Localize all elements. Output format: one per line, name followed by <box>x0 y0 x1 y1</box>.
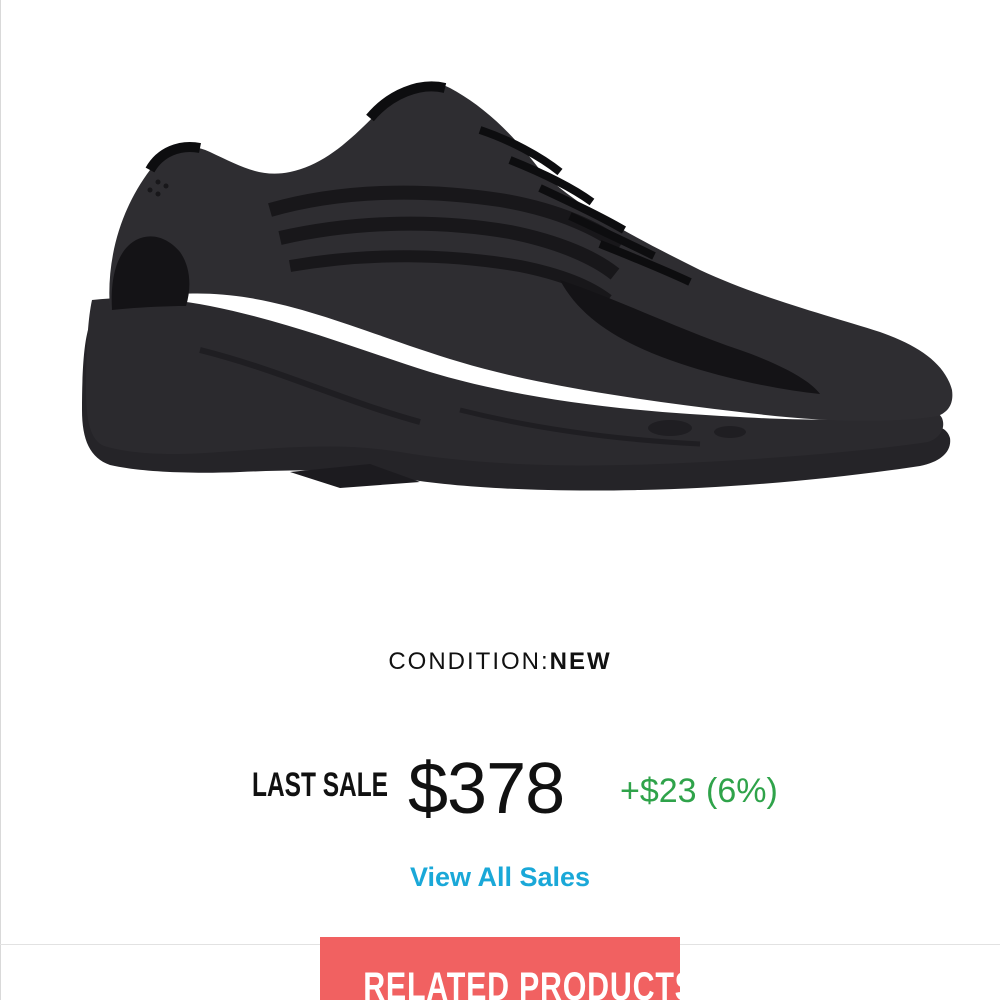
related-products-label: RELATED PRODUCTS <box>363 965 680 1000</box>
view-all-sales-link[interactable]: View All Sales <box>0 862 1000 893</box>
last-sale-price: $378 <box>408 749 565 829</box>
left-frame-line <box>0 0 1 1000</box>
price-change: +$23 (6%) <box>620 772 778 810</box>
product-image <box>82 81 953 491</box>
condition-label: CONDITION: <box>388 648 550 675</box>
condition-line: CONDITION:NEW <box>0 648 1000 676</box>
related-products-tab[interactable]: RELATED PRODUCTS <box>320 937 680 1000</box>
last-sale-row: LAST SALE $378 +$23 (6%) <box>0 748 1000 829</box>
last-sale-label: LAST SALE <box>252 766 389 804</box>
condition-value: NEW <box>549 648 612 675</box>
